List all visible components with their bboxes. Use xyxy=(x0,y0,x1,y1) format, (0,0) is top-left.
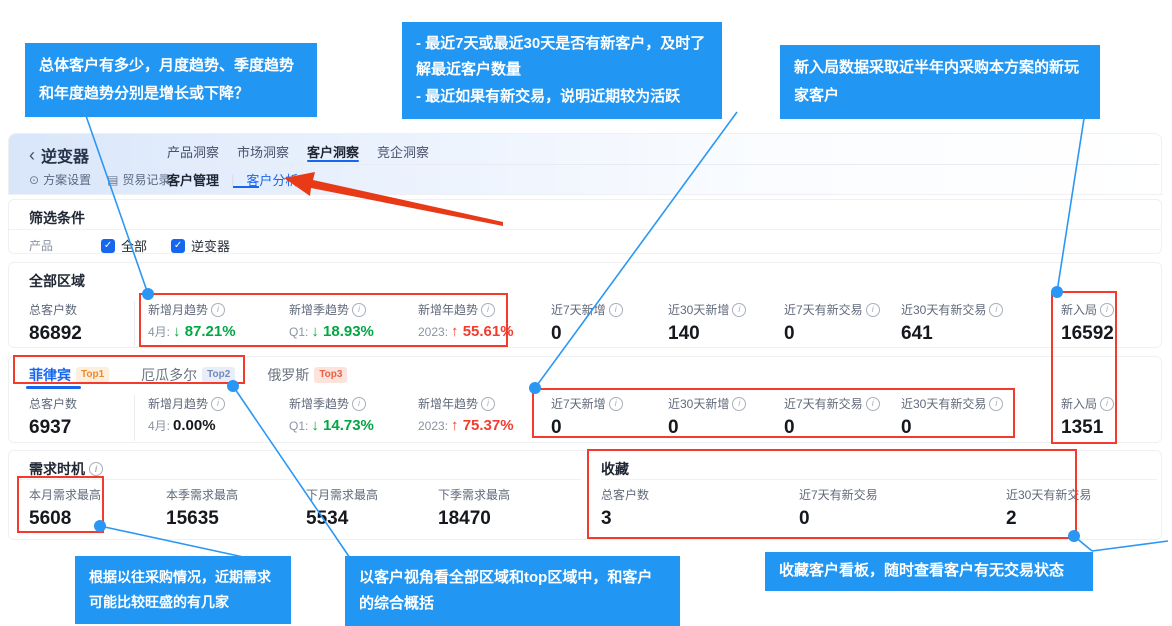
page: ‹ 逆变器 ⊙ 方案设置 ▤ 贸易记录 产品洞察 市场洞察 客户洞察 竞企洞察 … xyxy=(0,0,1172,626)
tab-russia[interactable]: 俄罗斯 Top3 xyxy=(267,365,347,385)
active-subtab-underline xyxy=(233,186,259,188)
plan-settings-button[interactable]: ⊙ 方案设置 xyxy=(29,171,91,188)
all-region-section: 全部区域 总客户数 86892 新增月趋势i 4月:↓ 87.21% 新增季趋势… xyxy=(8,262,1162,348)
country-tabs: 菲律宾 Top1 厄瓜多尔 Top2 俄罗斯 Top3 xyxy=(29,365,347,385)
stat-quarterly-trend: 新增季趋势i Q1:↓ 18.93% xyxy=(289,301,374,340)
stat-fav-total: 总客户数 3 xyxy=(601,486,649,530)
stat-monthly-trend: 新增月趋势i 4月:↓ 87.21% xyxy=(148,301,236,340)
stat-total-customers: 总客户数 86892 xyxy=(29,301,135,347)
page-title-row: ‹ 逆变器 xyxy=(29,143,89,167)
stat-total-customers: 总客户数 6937 xyxy=(29,395,135,441)
stat-trade-30d: 近30天有新交易i 0 xyxy=(901,395,1003,439)
tab-competitor-insight[interactable]: 竞企洞察 xyxy=(377,140,429,163)
page-title: 逆变器 xyxy=(41,143,89,167)
stat-demand-next-quarter: 下季需求最高 18470 xyxy=(438,486,510,530)
stat-fav-trade-7d: 近7天有新交易 0 xyxy=(799,486,878,530)
stat-yearly-trend: 新增年趋势i 2023:↑ 75.37% xyxy=(418,395,514,434)
checkbox-inverter-label: 逆变器 xyxy=(191,236,230,255)
bottom-section: 需求时机i 本月需求最高 5608 本季需求最高 15635 下月需求最高 55… xyxy=(8,450,1162,540)
stat-trade-30d: 近30天有新交易i 641 xyxy=(901,301,1003,345)
callout-demand: 根据以往采购情况，近期需求可能比较旺盛的有几家 xyxy=(75,556,291,624)
back-icon[interactable]: ‹ xyxy=(29,146,35,164)
plan-settings-label: 方案设置 xyxy=(43,171,91,188)
active-country-underline xyxy=(26,386,81,389)
all-region-title: 全部区域 xyxy=(29,271,85,291)
favorites-divider xyxy=(601,479,1157,480)
tab-market-insight[interactable]: 市场洞察 xyxy=(237,140,289,163)
demand-title: 需求时机i xyxy=(29,459,103,479)
trade-records-label: 贸易记录 xyxy=(122,171,170,188)
main-tabs: 产品洞察 市场洞察 客户洞察 竞企洞察 xyxy=(167,140,429,163)
callout-trend: 总体客户有多少，月度趋势、季度趋势和年度趋势分别是增长或下降？ xyxy=(25,43,317,117)
tab-product-insight[interactable]: 产品洞察 xyxy=(167,140,219,163)
info-icon[interactable]: i xyxy=(211,397,225,411)
filter-title: 筛选条件 xyxy=(29,208,85,228)
tab-philippines[interactable]: 菲律宾 Top1 xyxy=(29,365,109,385)
app-header: ‹ 逆变器 ⊙ 方案设置 ▤ 贸易记录 产品洞察 市场洞察 客户洞察 竞企洞察 … xyxy=(8,133,1162,195)
callout-perspective: 以客户视角看全部区域和top区域中，和客户的综合概括 xyxy=(345,556,680,626)
info-icon[interactable]: i xyxy=(211,303,225,317)
document-icon: ▤ xyxy=(107,173,118,187)
stat-fav-trade-30d: 近30天有新交易 2 xyxy=(1006,486,1091,530)
stat-new-7d: 近7天新增i 0 xyxy=(551,301,623,345)
info-icon[interactable]: i xyxy=(732,303,746,317)
stat-new-entrant: 新入局i 1351 xyxy=(1061,395,1114,439)
header-actions: ⊙ 方案设置 ▤ 贸易记录 xyxy=(29,171,170,188)
stat-new-entrant: 新入局i 16592 xyxy=(1061,301,1114,345)
stat-trade-7d: 近7天有新交易i 0 xyxy=(784,395,880,439)
info-icon[interactable]: i xyxy=(481,303,495,317)
stat-monthly-trend: 新增月趋势i 4月:0.00% xyxy=(148,395,225,434)
checkbox-all[interactable]: ✓ 全部 xyxy=(101,236,147,255)
info-icon[interactable]: i xyxy=(989,303,1003,317)
callout-new-entrant: 新入局数据采取近半年内采购本方案的新玩家客户 xyxy=(780,45,1100,119)
checkbox-checked-icon: ✓ xyxy=(171,239,185,253)
filter-divider xyxy=(9,229,1161,230)
info-icon[interactable]: i xyxy=(352,397,366,411)
info-icon[interactable]: i xyxy=(352,303,366,317)
stat-yearly-trend: 新增年趋势i 2023:↑ 55.61% xyxy=(418,301,514,340)
filter-row: 产品 ✓ 全部 ✓ 逆变器 xyxy=(29,236,230,255)
info-icon[interactable]: i xyxy=(989,397,1003,411)
section-vertical-divider xyxy=(587,451,588,539)
stat-trade-7d: 近7天有新交易i 0 xyxy=(784,301,880,345)
stat-demand-this-month: 本月需求最高 5608 xyxy=(29,486,101,530)
stat-new-30d: 近30天新增i 0 xyxy=(668,395,746,439)
stat-quarterly-trend: 新增季趋势i Q1:↓ 14.73% xyxy=(289,395,374,434)
top2-badge: Top2 xyxy=(202,367,235,383)
filter-section: 筛选条件 产品 ✓ 全部 ✓ 逆变器 xyxy=(8,199,1162,254)
checkbox-all-label: 全部 xyxy=(121,236,147,255)
tab-ecuador[interactable]: 厄瓜多尔 Top2 xyxy=(141,365,235,385)
stat-new-7d: 近7天新增i 0 xyxy=(551,395,623,439)
callout-recent-activity: - 最近7天或最近30天是否有新客户，及时了解最近客户数量 - 最近如果有新交易… xyxy=(402,22,722,119)
info-icon[interactable]: i xyxy=(866,397,880,411)
info-icon[interactable]: i xyxy=(732,397,746,411)
top3-badge: Top3 xyxy=(314,367,347,383)
info-icon[interactable]: i xyxy=(1100,303,1114,317)
info-icon[interactable]: i xyxy=(609,303,623,317)
stat-demand-next-month: 下月需求最高 5534 xyxy=(306,486,378,530)
top1-badge: Top1 xyxy=(76,367,109,383)
callout-favorites: 收藏客户看板，随时查看客户有无交易状态 xyxy=(765,552,1093,591)
gear-icon: ⊙ xyxy=(29,173,39,187)
subtab-separator: | xyxy=(231,172,234,187)
stat-demand-this-quarter: 本季需求最高 15635 xyxy=(166,486,238,530)
stat-new-30d: 近30天新增i 140 xyxy=(668,301,746,345)
info-icon[interactable]: i xyxy=(89,462,103,476)
product-filter-label: 产品 xyxy=(29,237,53,254)
checkbox-inverter[interactable]: ✓ 逆变器 xyxy=(171,236,230,255)
info-icon[interactable]: i xyxy=(481,397,495,411)
subtab-customer-management[interactable]: 客户管理 xyxy=(167,170,219,189)
connector-favorites-tail xyxy=(1092,541,1168,551)
active-tab-underline xyxy=(307,160,359,162)
info-icon[interactable]: i xyxy=(866,303,880,317)
top-region-section: 菲律宾 Top1 厄瓜多尔 Top2 俄罗斯 Top3 总客户数 6937 新增… xyxy=(8,356,1162,443)
favorites-title: 收藏 xyxy=(601,459,629,479)
info-icon[interactable]: i xyxy=(609,397,623,411)
info-icon[interactable]: i xyxy=(1100,397,1114,411)
trade-records-button[interactable]: ▤ 贸易记录 xyxy=(107,171,170,188)
checkbox-checked-icon: ✓ xyxy=(101,239,115,253)
demand-divider xyxy=(19,479,581,480)
tabs-divider xyxy=(159,164,1159,165)
